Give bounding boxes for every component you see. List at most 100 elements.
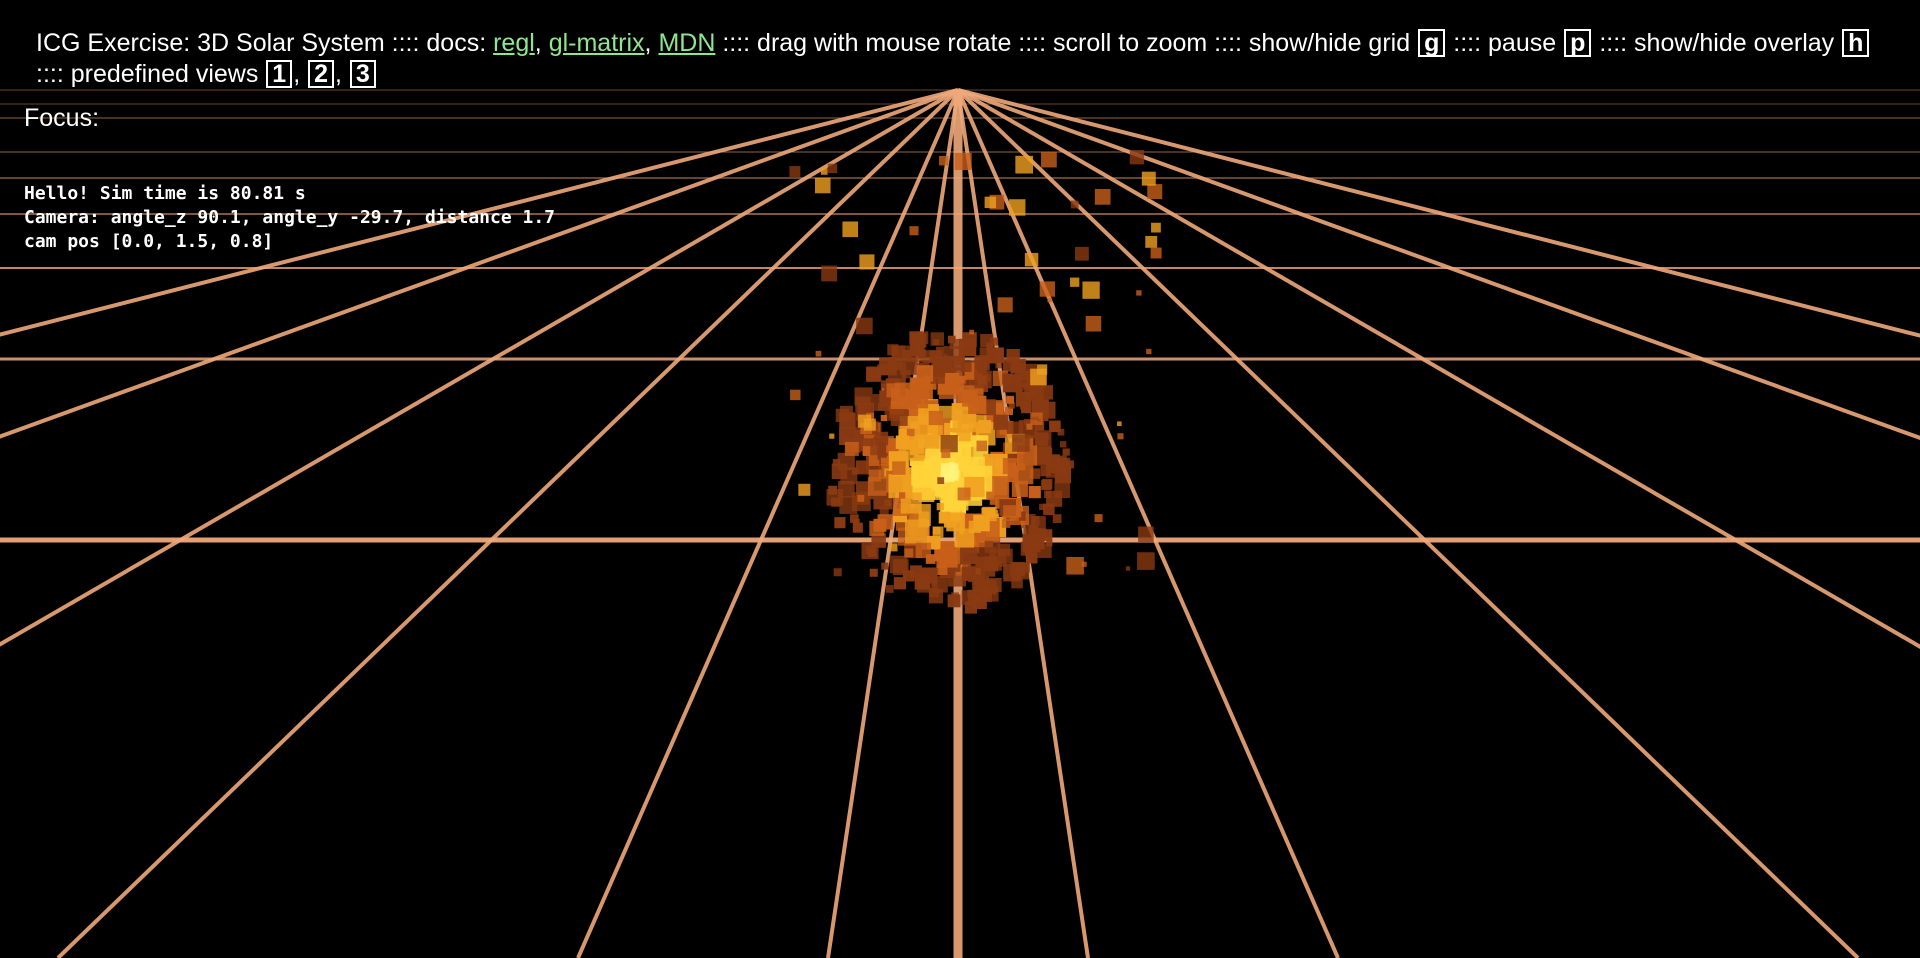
sun-particle — [904, 548, 914, 558]
sun-particle — [1151, 222, 1161, 233]
sun-particle — [839, 412, 856, 429]
grid-line — [826, 89, 960, 958]
debug-overlay: Hello! Sim time is 80.81 s Camera: angle_… — [24, 182, 555, 254]
sun-particle — [887, 344, 899, 356]
sun-particle — [984, 196, 997, 209]
sun-particle — [1006, 348, 1020, 363]
grid-line — [957, 88, 1920, 338]
sun-particle — [1085, 315, 1102, 332]
sun-particle — [1024, 252, 1039, 267]
sun-particle — [886, 383, 901, 398]
sun-particle — [932, 526, 944, 538]
gl-matrix-docs-link[interactable]: gl-matrix — [549, 29, 645, 57]
pause-key: p — [1564, 29, 1592, 57]
sun-particle — [951, 592, 959, 601]
sun-particle — [978, 364, 987, 374]
sun-particle — [977, 420, 992, 434]
sun-particle — [968, 395, 987, 414]
sun-particle — [820, 168, 828, 175]
sun-particle — [998, 548, 1013, 564]
sun-particle — [821, 265, 838, 282]
grid-line — [957, 88, 1920, 441]
sun-particle — [1002, 373, 1013, 385]
sun-particle — [957, 487, 971, 501]
sun-particle — [975, 531, 984, 541]
sun-particle — [1049, 421, 1061, 433]
sun-particle — [1023, 527, 1042, 547]
sun-particle — [869, 568, 878, 577]
sun-particle — [972, 576, 990, 594]
sun-particle — [960, 547, 978, 565]
sun-particle — [995, 361, 1002, 369]
sun-particle — [1052, 514, 1062, 523]
sun-particle — [859, 254, 875, 270]
sun-particle — [1041, 151, 1057, 168]
sun-particle — [1070, 277, 1080, 287]
view-1-key: 1 — [266, 60, 293, 88]
sun-particle — [1082, 281, 1100, 299]
sun-particle — [1137, 552, 1155, 570]
sun-particle — [834, 517, 846, 529]
sun-particle — [901, 369, 911, 379]
sun-particle — [1039, 281, 1056, 297]
rotate-zoom-hint: :::: drag with mouse rotate :::: scroll … — [715, 29, 1418, 57]
sun-particle — [889, 555, 908, 574]
app-title: ICG Exercise: 3D Solar System — [36, 29, 385, 57]
sun-particle — [952, 414, 971, 433]
cam-pos-line: cam pos [0.0, 1.5, 0.8] — [24, 231, 274, 252]
sun-particle — [890, 409, 908, 426]
sun-particle — [939, 155, 949, 166]
sun-particle — [982, 506, 997, 522]
sun-particle — [905, 519, 929, 544]
sun-particle — [983, 556, 999, 572]
sun-particle — [990, 337, 999, 346]
overlay-hint: :::: show/hide overlay — [1592, 29, 1842, 57]
sun-particle — [899, 492, 906, 499]
sun-particle — [1030, 516, 1040, 525]
sun-particle — [909, 331, 923, 345]
sun-particle — [889, 543, 898, 552]
sun-particle — [886, 365, 895, 374]
sun-particle — [1043, 490, 1052, 499]
mdn-docs-link[interactable]: MDN — [658, 29, 715, 57]
sun-particle — [1042, 433, 1050, 441]
sun-particle — [1041, 455, 1051, 465]
sun-particle — [1141, 171, 1156, 186]
sun-particle — [916, 365, 934, 382]
sun-particle — [1047, 297, 1053, 303]
sun-particle — [1147, 184, 1163, 200]
sun-particle — [1075, 246, 1089, 261]
sun-particle — [789, 166, 801, 177]
sun-particle — [1028, 486, 1041, 499]
sun-particle — [1138, 526, 1154, 543]
sun-particle — [842, 221, 859, 238]
sun-particle — [1145, 235, 1158, 248]
sun-particle — [946, 376, 964, 394]
sun-particle — [997, 297, 1013, 313]
sun-particle — [798, 483, 811, 496]
overlay-key: h — [1842, 29, 1870, 57]
sun-particle — [928, 410, 943, 426]
sun-particle — [974, 593, 984, 603]
sun-particle — [939, 548, 958, 568]
sun-particle — [856, 317, 873, 335]
sun-particle — [853, 518, 860, 526]
sun-particle — [865, 545, 875, 554]
sun-particle — [946, 512, 966, 532]
sun-particle — [1010, 470, 1018, 478]
sun-particle — [844, 441, 859, 456]
sun-particle — [969, 329, 975, 335]
sun-particle — [910, 573, 918, 581]
sun-particle — [936, 346, 945, 355]
webgl-canvas[interactable] — [0, 0, 1920, 958]
regl-docs-link[interactable]: regl — [493, 29, 535, 57]
sun-particle — [1040, 529, 1053, 541]
sun-particle — [922, 350, 935, 363]
sun-particle — [1006, 396, 1015, 404]
sun-particle — [1042, 478, 1053, 490]
instructions-header: ICG Exercise: 3D Solar System :::: docs:… — [36, 28, 1896, 90]
sun-particle — [814, 177, 831, 194]
focus-label: Focus: — [24, 104, 100, 132]
pause-hint: :::: pause — [1446, 29, 1564, 57]
sun-particle — [968, 520, 981, 533]
